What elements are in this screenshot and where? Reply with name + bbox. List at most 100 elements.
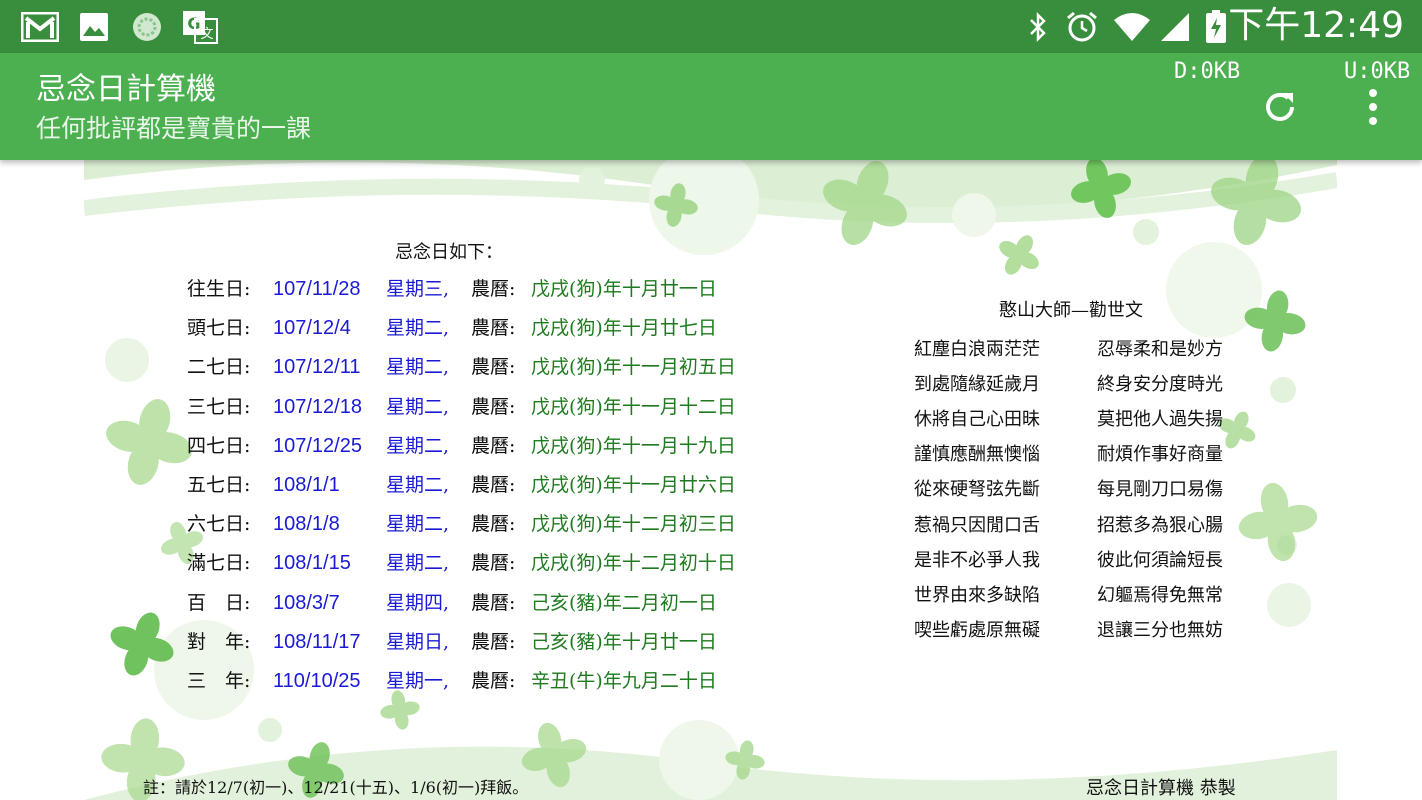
app-title: 忌念日計算機: [36, 72, 216, 107]
poem-line: 紅塵白浪兩茫茫: [914, 339, 1040, 360]
poem-line: 休將自己心田昧: [914, 409, 1040, 431]
memorial-row-weekday: 星期二,: [386, 513, 450, 536]
poem-line: 退讓三分也無妨: [1097, 619, 1223, 641]
overflow-menu-button[interactable]: [1356, 85, 1390, 129]
upload-counter: U:0KB: [1344, 59, 1411, 84]
sync-app-icon: [130, 10, 164, 44]
poem-line: 是非不必爭人我: [914, 549, 1040, 571]
status-bar: G文 下午12:49: [0, 0, 1422, 53]
memorial-row-label: 五七日:: [187, 474, 251, 496]
poem-line: 耐煩作事好商量: [1097, 444, 1223, 466]
lunar-label: 農曆:: [471, 356, 516, 379]
memorial-row-date: 107/12/18: [273, 395, 362, 418]
memorial-row-date: 107/12/4: [273, 317, 351, 340]
translate-icon: G文: [182, 10, 218, 44]
poem-line: 彼此何須論短長: [1097, 549, 1223, 571]
lunar-label: 農曆:: [471, 395, 516, 418]
memorial-row-lunar-date: 戊戌(狗)年十月廿一日: [531, 278, 717, 300]
memorial-row-lunar-date: 戊戌(狗)年十一月廿六日: [531, 474, 736, 496]
offering-note: 註：請於12/7(初一)、12/21(十五)、1/6(初一)拜飯。: [143, 778, 529, 797]
memorial-row-date: 108/1/1: [273, 474, 340, 496]
memorial-row-label: 三七日:: [187, 395, 251, 418]
memorial-row-lunar-date: 戊戌(狗)年十一月初五日: [531, 356, 736, 379]
memorial-row-label: 六七日:: [187, 513, 251, 536]
poem-line: 莫把他人過失揚: [1097, 409, 1223, 431]
lunar-label: 農曆:: [471, 630, 516, 653]
memorial-row-weekday: 星期三,: [386, 278, 450, 300]
memorial-row-lunar-date: 己亥(豬)年二月初一日: [531, 591, 717, 614]
svg-text:文: 文: [200, 27, 213, 42]
wifi-icon: [1112, 10, 1152, 44]
memorial-card: 忌念日如下： 往生日: 107/11/28 星期三, 農曆: 戊戌(狗)年十月廿一日頭七…: [84, 160, 1337, 800]
lunar-label: 農曆:: [471, 434, 516, 457]
memorial-row-date: 107/11/28: [273, 278, 361, 300]
memorial-row-weekday: 星期二,: [386, 434, 450, 457]
poem-line: 世界由來多缺陷: [914, 584, 1040, 606]
app-subtitle: 任何批評都是寶貴的一課: [36, 114, 312, 143]
memorial-row-label: 三 年:: [187, 670, 251, 692]
poem-line: 從來硬弩弦先斷: [914, 479, 1040, 501]
lunar-label: 農曆:: [471, 591, 516, 614]
memorial-row-label: 滿七日:: [187, 552, 251, 575]
lunar-label: 農曆:: [471, 474, 516, 496]
poem-line: 惹禍只因閒口舌: [914, 514, 1040, 536]
memorial-row-lunar-date: 戊戌(狗)年十二月初三日: [531, 513, 736, 536]
memorial-row-date: 107/12/11: [273, 356, 361, 379]
memorial-row-date: 108/3/7: [273, 591, 340, 614]
memorial-row-date: 110/10/25: [273, 670, 361, 692]
refresh-button[interactable]: [1258, 85, 1302, 129]
memorial-row-weekday: 星期二,: [386, 356, 450, 379]
poem-line: 幻軀焉得免無常: [1097, 584, 1223, 606]
memorial-row-lunar-date: 戊戌(狗)年十月廿七日: [531, 317, 717, 340]
signal-icon: [1158, 10, 1192, 44]
poem-title: 憨山大師—勸世文: [999, 300, 1143, 321]
lunar-label: 農曆:: [471, 513, 516, 536]
poem-line: 招惹多為狠心腸: [1097, 514, 1223, 536]
result-heading: 忌念日如下：: [395, 242, 503, 263]
memorial-row-lunar-date: 戊戌(狗)年十二月初十日: [531, 552, 736, 575]
memorial-row-label: 四七日:: [187, 434, 251, 457]
memorial-row-weekday: 星期一,: [386, 670, 450, 692]
memorial-row-date: 108/1/15: [273, 552, 351, 575]
memorial-row-weekday: 星期二,: [386, 552, 450, 575]
memorial-row-label: 二七日:: [187, 356, 251, 379]
memorial-row-date: 108/1/8: [273, 513, 340, 536]
memorial-row-label: 百 日:: [187, 591, 251, 614]
lunar-label: 農曆:: [471, 552, 516, 575]
memorial-row-lunar-date: 戊戌(狗)年十一月十二日: [531, 395, 736, 418]
poem-line: 謹慎應酬無懊惱: [914, 444, 1040, 466]
app-bar: 忌念日計算機 任何批評都是寶貴的一課 D:0KB U:0KB: [0, 53, 1422, 160]
poem-line: 終身安分度時光: [1097, 374, 1223, 396]
memorial-row-weekday: 星期四,: [386, 591, 450, 614]
memorial-row-weekday: 星期二,: [386, 395, 450, 418]
credit-text: 忌念日計算機 恭製: [1086, 778, 1236, 799]
memorial-row-lunar-date: 戊戌(狗)年十一月十九日: [531, 434, 736, 457]
memorial-row-date: 108/11/17: [273, 630, 361, 653]
bluetooth-icon: [1024, 10, 1052, 44]
content-area: 忌念日如下： 往生日: 107/11/28 星期三, 農曆: 戊戌(狗)年十月廿一日頭七…: [0, 160, 1422, 800]
download-counter: D:0KB: [1174, 59, 1241, 84]
poem-line: 到處隨緣延歲月: [914, 374, 1040, 396]
memorial-row-lunar-date: 己亥(豬)年十月廿一日: [531, 630, 717, 653]
poem-line: 喫些虧處原無礙: [914, 619, 1040, 641]
memorial-row-weekday: 星期二,: [386, 317, 450, 340]
memorial-row-label: 頭七日:: [187, 317, 251, 340]
poem-line: 忍辱柔和是妙方: [1097, 339, 1223, 360]
alarm-icon: [1064, 10, 1100, 44]
memorial-row-weekday: 星期二,: [386, 474, 450, 496]
lunar-label: 農曆:: [471, 317, 516, 340]
memorial-row-lunar-date: 辛丑(牛)年九月二十日: [531, 670, 717, 692]
refresh-icon: [1266, 92, 1294, 121]
status-clock: 下午12:49: [1228, 5, 1404, 46]
memorial-row-label: 對 年:: [187, 630, 251, 653]
gmail-icon: [20, 10, 60, 44]
memorial-row-label: 往生日:: [187, 278, 251, 300]
lunar-label: 農曆:: [471, 670, 516, 692]
memorial-row-date: 107/12/25: [273, 434, 362, 457]
poem-line: 每見剛刀口易傷: [1097, 479, 1223, 501]
lunar-label: 農曆:: [471, 278, 516, 300]
gallery-icon: [78, 10, 110, 44]
battery-charging-icon: [1204, 10, 1228, 44]
more-vert-icon: [1369, 89, 1377, 125]
memorial-row-weekday: 星期日,: [386, 630, 450, 653]
